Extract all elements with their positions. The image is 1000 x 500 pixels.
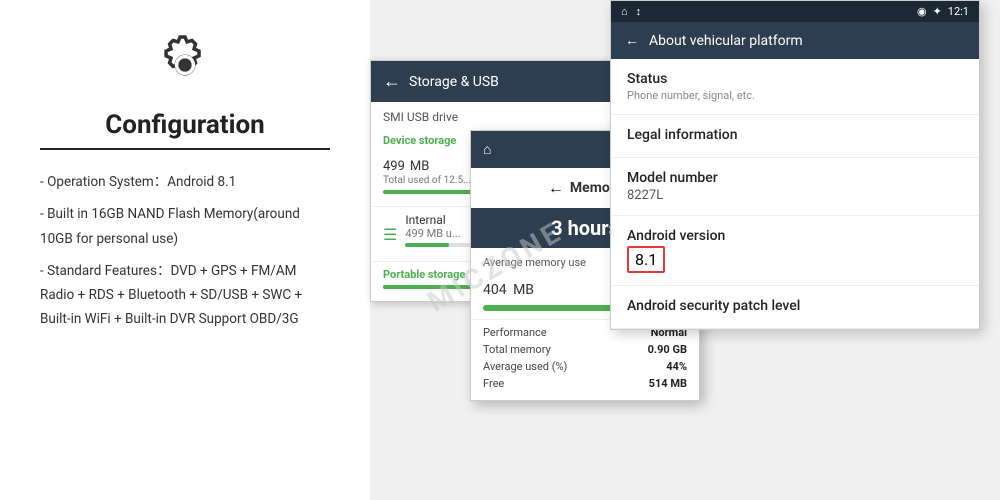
screen3-back-arrow[interactable]: ← bbox=[625, 32, 639, 49]
about-item-status[interactable]: Status Phone number, signal, etc. bbox=[611, 59, 979, 115]
spec-item-3: - Standard Features：DVD + GPS + FM/AM Ra… bbox=[40, 259, 330, 332]
left-panel: Configuration - Operation System：Android… bbox=[0, 0, 370, 500]
location-icon: ◉ bbox=[917, 5, 927, 18]
item-legal-title: Legal information bbox=[627, 127, 963, 143]
statusbar-left: ⌂ ↕ bbox=[621, 5, 641, 18]
gear-icon-wrap bbox=[40, 30, 330, 100]
page-title: Configuration bbox=[40, 110, 330, 150]
home-status-icon: ⌂ bbox=[621, 5, 628, 18]
item-android-title: Android version bbox=[627, 228, 963, 244]
screen3-header: ← About vehicular platform bbox=[611, 22, 979, 59]
about-item-android-version[interactable]: Android version 8.1 bbox=[611, 216, 979, 286]
about-item-model[interactable]: Model number 8227L bbox=[611, 158, 979, 216]
item-model-title: Model number bbox=[627, 170, 963, 186]
screen2-home-icon: ⌂ bbox=[483, 141, 491, 158]
specs-list: - Operation System：Android 8.1 - Built i… bbox=[40, 170, 330, 340]
clock-display: 12:1 bbox=[948, 5, 969, 18]
internal-icon: ☰ bbox=[383, 225, 397, 244]
item-status-title: Status bbox=[627, 71, 963, 87]
statusbar-right: ◉ ✦ 12:1 bbox=[917, 5, 969, 18]
bluetooth-icon: ✦ bbox=[933, 5, 942, 18]
right-panel: MICZONE ← Storage & USB SMI USB drive De… bbox=[370, 0, 1000, 500]
screen2-back-arrow[interactable]: ← bbox=[548, 178, 564, 198]
screen3-body: Status Phone number, signal, etc. Legal … bbox=[611, 59, 979, 329]
android-version-value: 8.1 bbox=[635, 250, 657, 269]
about-item-security[interactable]: Android security patch level bbox=[611, 286, 979, 329]
drive-label: SMI USB drive bbox=[371, 102, 649, 128]
screen1-header: ← Storage & USB bbox=[371, 61, 649, 102]
gear-icon bbox=[150, 30, 220, 100]
item-status-sub: Phone number, signal, etc. bbox=[627, 89, 963, 102]
spec-item-2: - Built in 16GB NAND Flash Memory(around… bbox=[40, 202, 330, 251]
spec-item-1: - Operation System：Android 8.1 bbox=[40, 170, 330, 194]
screen2-stats: Performance Normal Total memory 0.90 GB … bbox=[471, 319, 699, 400]
stat-total-memory: Total memory 0.90 GB bbox=[483, 341, 687, 358]
stat-free: Free 514 MB bbox=[483, 375, 687, 392]
item-security-title: Android security patch level bbox=[627, 298, 800, 314]
screen1-title: Storage & USB bbox=[409, 74, 499, 90]
screen3-title: About vehicular platform bbox=[649, 33, 803, 49]
screen1-back-arrow[interactable]: ← bbox=[383, 71, 401, 92]
about-item-legal[interactable]: Legal information bbox=[611, 115, 979, 158]
android-version-box: 8.1 bbox=[627, 246, 665, 273]
item-model-value: 8227L bbox=[627, 188, 963, 203]
stat-avg-used: Average used (%) 44% bbox=[483, 358, 687, 375]
screen-about: ⌂ ↕ ◉ ✦ 12:1 ← About vehicular platform … bbox=[610, 0, 980, 330]
usb-status-icon: ↕ bbox=[636, 5, 642, 18]
statusbar: ⌂ ↕ ◉ ✦ 12:1 bbox=[611, 1, 979, 22]
